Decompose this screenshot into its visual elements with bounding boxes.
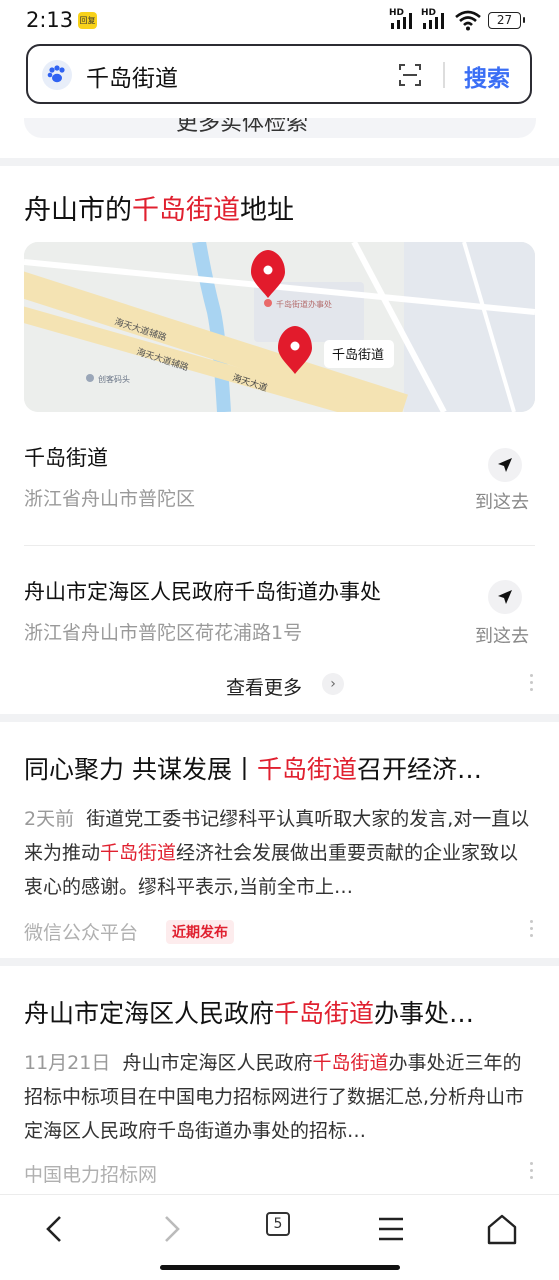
chevron-right-icon: › [322, 673, 344, 695]
baidu-paw-icon [42, 60, 72, 90]
address-card-title: 舟山市的千岛街道地址 [24, 188, 294, 227]
search-button[interactable]: 搜索 [464, 59, 510, 93]
map-poi-dot-2 [86, 374, 94, 382]
map-pin-label: 千岛街道 [332, 347, 384, 363]
news-card-2[interactable]: 舟山市定海区人民政府千岛街道办事处… 11月21日 舟山市定海区人民政府千岛街道… [0, 966, 559, 1194]
news-title-highlight: 千岛街道 [256, 755, 357, 784]
poi-address-2: 浙江省舟山市普陀区荷花浦路1号 [24, 622, 303, 644]
news-date: 11月21日 [24, 1052, 111, 1074]
notification-badge: 回复 [78, 12, 97, 29]
map-poi-dot [264, 299, 272, 307]
more-options-icon[interactable] [530, 674, 534, 694]
back-icon[interactable] [36, 1211, 76, 1247]
status-time: 2:13 [26, 8, 74, 32]
wifi-icon [455, 10, 481, 31]
home-indicator [160, 1265, 400, 1270]
title-suffix: 地址 [240, 195, 294, 226]
title-highlight: 千岛街道 [132, 195, 240, 226]
map-view[interactable]: 海天大道辅路 海天大道辅路 海天大道 千岛街道办事处 创客码头 千岛街道 [24, 242, 535, 412]
news-title-pre: 舟山市定海区人民政府 [24, 999, 275, 1028]
search-divider [443, 62, 445, 88]
bottom-nav: 5 [0, 1194, 559, 1280]
news-card-1[interactable]: 同心聚力 共谋发展丨千岛街道召开经济… 2天前 街道党工委书记缪科平认真听取大家… [0, 722, 559, 958]
news-source-2: 中国电力招标网 [24, 1164, 158, 1186]
divider [24, 545, 535, 546]
scan-icon[interactable] [398, 63, 422, 87]
tabs-button[interactable]: 5 [266, 1212, 290, 1236]
news-title-2[interactable]: 舟山市定海区人民政府千岛街道办事处… [24, 994, 539, 1030]
news-title-post: 召开经济… [356, 755, 482, 784]
news-title-1[interactable]: 同心聚力 共谋发展丨千岛街道召开经济… [24, 750, 539, 786]
status-bar: 2:13 回复 HD HD 27 [0, 0, 559, 40]
go-here-button-2[interactable]: 到这去 [475, 622, 529, 648]
news-body-highlight: 千岛街道 [100, 842, 177, 864]
poi-name-2[interactable]: 舟山市定海区人民政府千岛街道办事处 [24, 576, 381, 606]
address-card: 舟山市的千岛街道地址 海天大道辅路 海天大道辅路 海天大道 千岛街道办事处 创客… [0, 166, 559, 714]
forward-icon[interactable] [150, 1211, 190, 1247]
poi-name-1[interactable]: 千岛街道 [24, 442, 108, 472]
search-box[interactable]: 千岛街道 搜索 [26, 44, 532, 104]
news-body-highlight: 千岛街道 [312, 1052, 389, 1074]
news-snippet-2: 11月21日 舟山市定海区人民政府千岛街道办事处近三年的招标中标项目在中国电力招… [24, 1046, 536, 1148]
news-source-1: 微信公众平台 [24, 922, 139, 944]
battery-icon: 27 [488, 12, 525, 29]
menu-icon[interactable] [371, 1211, 411, 1247]
news-snippet-1: 2天前 街道党工委书记缪科平认真听取大家的发言,对一直以来为推动千岛街道经济社会… [24, 802, 536, 904]
news-body-pre: 舟山市定海区人民政府 [122, 1052, 313, 1074]
news-title-highlight: 千岛街道 [274, 999, 375, 1028]
poi-address-1: 浙江省舟山市普陀区 [24, 488, 196, 510]
recent-tag: 近期发布 [166, 920, 234, 944]
map-poi-small: 千岛街道办事处 [276, 299, 332, 309]
map-poi-creative: 创客码头 [98, 374, 130, 384]
more-options-icon[interactable] [530, 920, 534, 940]
view-more-button[interactable]: 查看更多 [226, 673, 302, 700]
title-prefix: 舟山市的 [24, 195, 132, 226]
home-icon[interactable] [482, 1211, 522, 1247]
more-options-icon[interactable] [530, 1162, 534, 1182]
navigate-icon-2[interactable] [488, 580, 522, 614]
partial-card: 更多实体检索 [0, 118, 559, 158]
signal-icon-2 [423, 13, 449, 29]
navigate-icon-1[interactable] [488, 448, 522, 482]
search-bar: 千岛街道 搜索 [0, 40, 559, 118]
news-title-post: 办事处… [374, 999, 475, 1028]
news-date: 2天前 [24, 808, 75, 830]
news-title-pre: 同心聚力 共谋发展丨 [24, 755, 257, 784]
search-input[interactable]: 千岛街道 [86, 59, 178, 93]
partial-card-text: 更多实体检索 [176, 118, 309, 136]
signal-icon-1 [391, 13, 417, 29]
go-here-button-1[interactable]: 到这去 [475, 488, 529, 514]
